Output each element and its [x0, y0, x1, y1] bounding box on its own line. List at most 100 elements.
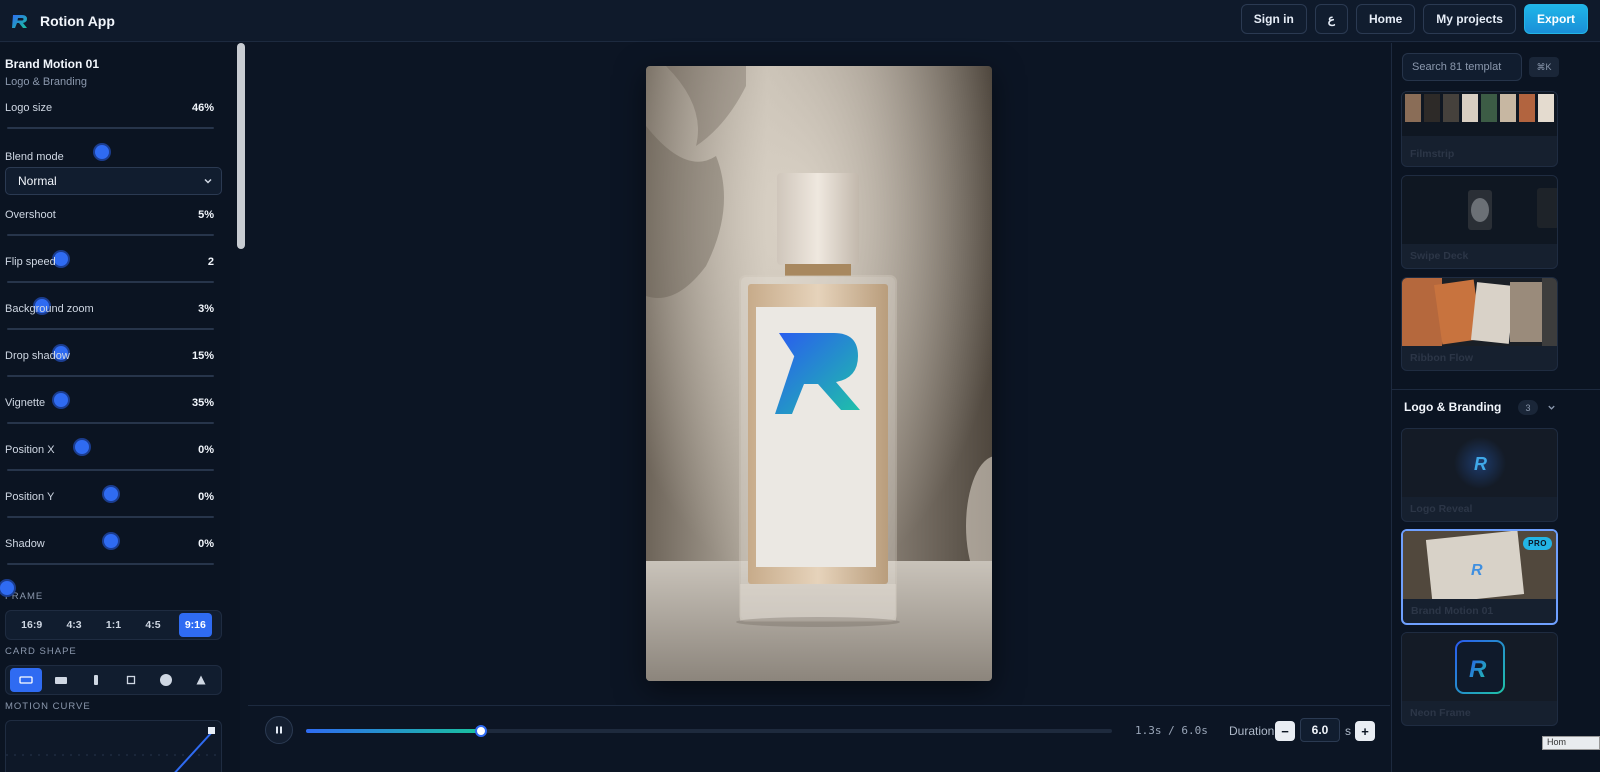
blend-mode-select[interactable]: Normal — [5, 167, 222, 195]
template-card-filmstrip[interactable]: Filmstrip — [1401, 91, 1558, 167]
category-count-badge: 3 — [1518, 400, 1538, 415]
timecode: 1.3s / 6.0s — [1135, 724, 1208, 737]
duration-input[interactable] — [1300, 718, 1340, 742]
rect-filled-icon[interactable] — [45, 668, 77, 692]
template-card-neon-frame[interactable]: R Neon Frame — [1401, 632, 1558, 726]
template-name: Neon Frame — [1410, 707, 1471, 719]
flip-speed-value: 2 — [207, 256, 214, 268]
vignette-value: 35% — [191, 397, 214, 409]
overshoot-value: 5% — [198, 209, 214, 221]
template-name: Logo Reveal — [1410, 503, 1473, 515]
svg-text:R: R — [1469, 656, 1487, 683]
language-button[interactable]: ع — [1314, 4, 1348, 34]
rect-wide-icon[interactable] — [10, 668, 43, 692]
circle-icon[interactable] — [150, 668, 182, 692]
timeline-progress-fill — [306, 729, 481, 733]
neon-frame-thumbnail: R — [1402, 633, 1557, 701]
blend-mode-label: Blend mode — [5, 151, 64, 163]
shadow-slider[interactable] — [0, 563, 214, 595]
motion-curve-graph — [6, 727, 221, 772]
flip-speed-control: Flip speed 2 — [5, 256, 227, 313]
blend-mode-control: Blend mode Normal — [5, 149, 227, 197]
duration-unit: s — [1345, 724, 1351, 738]
my-projects-button[interactable]: My projects — [1423, 4, 1516, 34]
logo-size-slider[interactable] — [7, 127, 214, 159]
template-search-input[interactable] — [1402, 53, 1522, 81]
flip-speed-label: Flip speed — [5, 256, 56, 268]
play-pause-button[interactable] — [265, 716, 293, 744]
export-button[interactable]: Export — [1523, 4, 1588, 34]
tooltip: Hom — [1542, 736, 1600, 750]
duration-increase-button[interactable]: + — [1355, 721, 1375, 741]
frame-option-9-16[interactable]: 9:16 — [178, 613, 212, 637]
frame-option-1-1[interactable]: 1:1 — [100, 613, 127, 637]
shadow-control: Shadow 0% — [0, 538, 227, 595]
preview-canvas[interactable] — [646, 66, 992, 681]
blend-mode-value: Normal — [18, 174, 57, 188]
position-x-slider[interactable] — [7, 469, 214, 501]
panel-scrollbar-thumb[interactable] — [237, 43, 245, 249]
position-y-label: Position Y — [5, 491, 55, 503]
logo-size-value: 46% — [191, 102, 214, 114]
background-zoom-value: 3% — [198, 303, 214, 315]
duration-decrease-button[interactable]: − — [1275, 721, 1295, 741]
drop-shadow-slider[interactable] — [7, 375, 214, 407]
svg-text:R: R — [1471, 562, 1483, 579]
bar-icon[interactable] — [80, 668, 112, 692]
template-card-ribbon-flow[interactable]: Ribbon Flow — [1401, 277, 1558, 371]
app-title: Rotion App — [40, 12, 115, 29]
vignette-slider[interactable] — [7, 422, 214, 454]
template-card-swipe-deck[interactable]: Swipe Deck — [1401, 175, 1558, 269]
vignette-control: Vignette 35% — [5, 397, 227, 454]
drop-shadow-label: Drop shadow — [5, 350, 70, 362]
pause-icon — [276, 726, 282, 734]
position-y-value: 0% — [198, 491, 214, 503]
position-x-label: Position X — [5, 444, 55, 456]
frame-selector: 16:9 4:3 1:1 4:5 9:16 — [5, 610, 222, 640]
flip-speed-slider[interactable] — [7, 281, 214, 313]
logo-reveal-thumbnail: R — [1402, 429, 1557, 497]
card-shape-heading: CARD SHAPE — [5, 646, 77, 657]
project-category: Logo & Branding — [5, 76, 87, 88]
ribbon-flow-thumbnail — [1402, 278, 1557, 346]
search-shortcut: ⌘K — [1529, 57, 1559, 77]
curve-handle[interactable] — [208, 727, 215, 734]
shadow-slider-thumb[interactable] — [0, 581, 14, 595]
background-zoom-control: Background zoom 3% — [5, 303, 227, 360]
brand[interactable]: Rotion App — [10, 11, 115, 31]
logo-icon — [12, 14, 27, 28]
template-name: Swipe Deck — [1410, 250, 1469, 262]
overshoot-control: Overshoot 5% — [5, 209, 227, 266]
chevron-down-icon[interactable] — [1547, 403, 1556, 412]
logo-size-control: Logo size 46% — [5, 102, 227, 159]
frame-option-16-9[interactable]: 16:9 — [15, 613, 48, 637]
triangle-icon[interactable] — [185, 668, 217, 692]
template-name: Brand Motion 01 — [1411, 605, 1494, 617]
frame-option-4-3[interactable]: 4:3 — [60, 613, 87, 637]
overshoot-slider[interactable] — [7, 234, 214, 266]
position-y-slider[interactable] — [7, 516, 214, 548]
template-name: Filmstrip — [1410, 148, 1455, 160]
category-heading[interactable]: Logo & Branding — [1404, 400, 1501, 414]
svg-text:R: R — [1474, 454, 1487, 474]
timeline-playhead[interactable] — [474, 725, 487, 737]
sign-in-button[interactable]: Sign in — [1240, 4, 1307, 34]
swipe-deck-thumbnail — [1402, 176, 1557, 244]
category-divider — [1392, 389, 1600, 390]
position-x-control: Position X 0% — [5, 444, 227, 501]
logo-size-label: Logo size — [5, 102, 53, 114]
frame-option-4-5[interactable]: 4:5 — [139, 613, 166, 637]
home-button[interactable]: Home — [1355, 4, 1416, 34]
timeline-scrubber[interactable] — [306, 725, 1112, 737]
templates-panel: ⌘K Filmstrip Swipe Deck — [1391, 43, 1600, 772]
timeline-bar: 1.3s / 6.0s Duration − s + — [248, 705, 1390, 753]
shadow-value: 0% — [198, 538, 214, 550]
background-zoom-slider[interactable] — [7, 328, 214, 360]
template-card-logo-reveal[interactable]: R Logo Reveal — [1401, 428, 1558, 522]
motion-curve-editor[interactable] — [5, 720, 222, 772]
template-card-brand-motion-01[interactable]: R PRO Brand Motion 01 — [1401, 529, 1558, 625]
project-title: Brand Motion 01 — [5, 57, 100, 71]
shadow-label: Shadow — [5, 538, 45, 550]
square-icon[interactable] — [115, 668, 147, 692]
template-name: Ribbon Flow — [1410, 352, 1473, 364]
